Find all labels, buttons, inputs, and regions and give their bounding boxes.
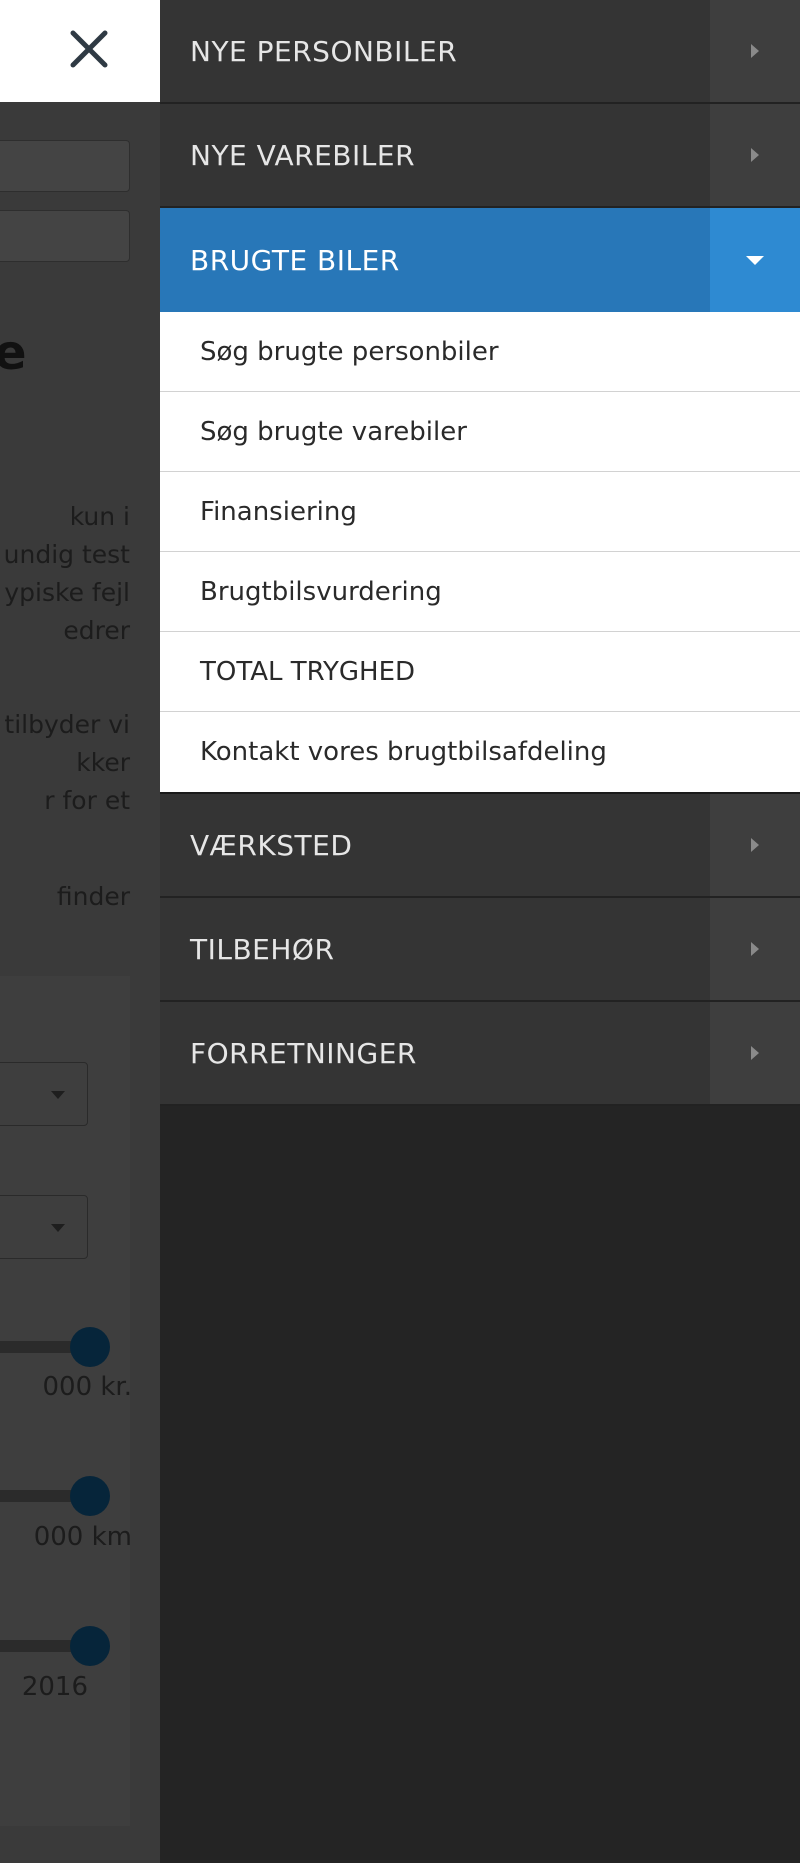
nav-item-label: VÆRKSTED <box>190 828 353 862</box>
nav-item-nye-varebiler[interactable]: NYE VAREBILER <box>160 104 800 208</box>
submenu-item-soeg-brugte-varebiler[interactable]: Søg brugte varebiler <box>160 392 800 472</box>
expand-toggle[interactable] <box>710 1002 800 1104</box>
intro-line: tilbyder vi <box>4 710 130 739</box>
year-slider-handle <box>70 1626 110 1666</box>
nav-item-forretninger[interactable]: FORRETNINGER <box>160 1002 800 1106</box>
chevron-right-icon <box>751 1046 759 1060</box>
chevron-right-icon <box>751 838 759 852</box>
submenu-item-finansiering[interactable]: Finansiering <box>160 472 800 552</box>
nav-item-label: FORRETNINGER <box>190 1036 417 1070</box>
nav-item-brugte-biler[interactable]: BRUGTE BILER <box>160 208 800 312</box>
chevron-right-icon <box>751 148 759 162</box>
chevron-down-icon <box>51 1224 65 1232</box>
expand-toggle[interactable] <box>710 898 800 1000</box>
model-select <box>0 1195 88 1259</box>
price-value: 000 kr. <box>42 1372 132 1402</box>
chevron-down-icon <box>746 255 764 265</box>
nav-item-label: NYE VAREBILER <box>190 138 416 172</box>
intro-line: ypiske fejl <box>4 578 130 607</box>
intro-line: undig test <box>3 540 130 569</box>
nav-item-tilbehoer[interactable]: TILBEHØR <box>160 898 800 1002</box>
collapse-toggle[interactable] <box>710 208 800 312</box>
intro-line: kker <box>76 748 130 777</box>
chevron-down-icon <box>51 1091 65 1099</box>
km-slider-handle <box>70 1476 110 1516</box>
search-field <box>0 140 130 192</box>
submenu-brugte-biler: Søg brugte personbiler Søg brugte varebi… <box>160 312 800 794</box>
close-menu-button[interactable] <box>58 20 120 82</box>
make-select <box>0 1062 88 1126</box>
expand-toggle[interactable] <box>710 0 800 102</box>
chevron-right-icon <box>751 44 759 58</box>
page-heading: e <box>0 325 27 381</box>
submenu-item-soeg-brugte-personbiler[interactable]: Søg brugte personbiler <box>160 312 800 392</box>
intro-line: edrer <box>63 616 130 645</box>
intro-line: kun i <box>69 502 130 531</box>
intro-line: finder <box>56 882 130 911</box>
submenu-item-kontakt[interactable]: Kontakt vores brugtbilsafdeling <box>160 712 800 792</box>
nav-item-label: BRUGTE BILER <box>190 243 400 277</box>
year-value: 2016 <box>21 1672 88 1702</box>
nav-drawer: NYE PERSONBILER NYE VAREBILER BRUGTE BIL… <box>160 0 800 1863</box>
close-icon <box>69 29 109 73</box>
km-value: 000 km <box>33 1522 132 1552</box>
filter-field <box>0 210 130 262</box>
price-slider-handle <box>70 1327 110 1367</box>
background-page: e kun i undig test ypiske fejl edrer til… <box>0 0 160 1863</box>
submenu-item-brugtbilsvurdering[interactable]: Brugtbilsvurdering <box>160 552 800 632</box>
nav-item-nye-personbiler[interactable]: NYE PERSONBILER <box>160 0 800 104</box>
expand-toggle[interactable] <box>710 794 800 896</box>
expand-toggle[interactable] <box>710 104 800 206</box>
nav-item-vaerksted[interactable]: VÆRKSTED <box>160 794 800 898</box>
chevron-right-icon <box>751 942 759 956</box>
nav-item-label: NYE PERSONBILER <box>190 34 458 68</box>
submenu-item-total-tryghed[interactable]: TOTAL TRYGHED <box>160 632 800 712</box>
intro-line: r for et <box>44 786 130 815</box>
nav-item-label: TILBEHØR <box>190 932 335 966</box>
